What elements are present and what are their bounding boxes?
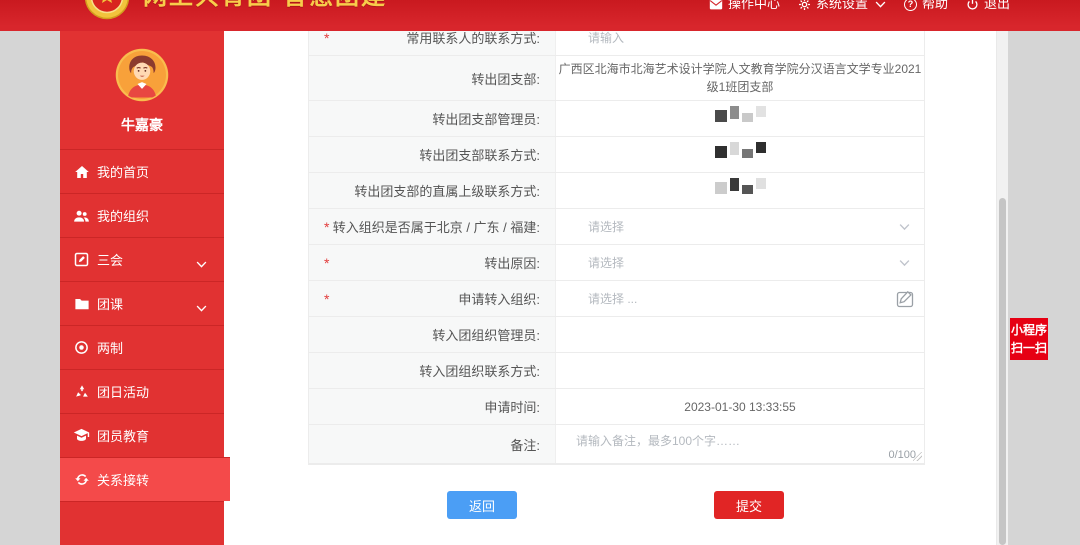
sidebar-item-league-class[interactable]: 团课 [60, 281, 224, 325]
form-row-out-branch: 转出团支部:广西区北海市北海艺术设计学院人文教育学院分汉语言文学专业2021级1… [309, 56, 924, 101]
target-organization-select[interactable]: 请选择 ... [556, 290, 924, 307]
out-branch-contact-label: 转出团支部联系方式: [309, 137, 556, 172]
pen-square-icon [73, 251, 90, 268]
form-actions: 返回 提交 [308, 491, 923, 519]
scrollbar-thumb[interactable] [999, 198, 1006, 545]
grad-cap-icon [73, 427, 90, 444]
form-row-target-region: *转入组织是否属于北京 / 广东 / 福建:请选择 [309, 209, 924, 245]
form-row-in-org-admin: 转入团组织管理员: [309, 317, 924, 353]
bullseye-icon [73, 339, 90, 356]
scrollbar-track[interactable] [996, 31, 1008, 545]
char-counter: 0/100 [888, 449, 916, 461]
sidebar-item-league-day-activity[interactable]: 团日活动 [60, 369, 224, 413]
out-branch-admin-label: 转出团支部管理员: [309, 101, 556, 136]
out-branch-admin-redacted-value [556, 106, 924, 132]
form-row-out-branch-contact: 转出团支部联系方式: [309, 137, 924, 173]
app-viewport: *常用联系人的联系方式:请输入转出团支部:广西区北海市北海艺术设计学院人文教育学… [0, 0, 1080, 545]
edit-icon[interactable] [895, 289, 915, 309]
sidebar-item-home[interactable]: 我的首页 [60, 149, 224, 193]
required-asterisk: * [324, 291, 329, 307]
frequent-contact-input[interactable]: 请输入 [556, 29, 924, 46]
folder-icon [73, 295, 90, 312]
in-org-admin-label: 转入团组织管理员: [309, 317, 556, 352]
submit-button[interactable]: 提交 [714, 491, 784, 519]
badge-line2: 扫一扫 [1011, 339, 1047, 357]
form-row-out-branch-admin: 转出团支部管理员: [309, 101, 924, 137]
envelope-icon [709, 0, 723, 10]
remark-textarea[interactable]: 请输入备注，最多100个字……0/100 [556, 425, 924, 463]
chevron-down-icon [196, 256, 207, 271]
back-button[interactable]: 返回 [447, 491, 517, 519]
transfer-reason-select[interactable]: 请选择 [556, 254, 924, 271]
gear-icon [798, 0, 811, 11]
sidebar-item-sanhui[interactable]: 三会 [60, 237, 224, 281]
sidebar-item-member-education[interactable]: 团员教育 [60, 413, 224, 457]
out-branch-label: 转出团支部: [309, 56, 556, 100]
transfer-form: *常用联系人的联系方式:请输入转出团支部:广西区北海市北海艺术设计学院人文教育学… [308, 17, 925, 465]
chevron-down-icon [899, 259, 910, 266]
out-branch-contact-redacted-value [556, 142, 924, 168]
sidebar-item-liangzhi[interactable]: 两制 [60, 325, 224, 369]
sidebar-menu: 我的首页我的组织三会团课两制团日活动团员教育关系接转 [60, 149, 224, 502]
apply-time-value: 2023-01-30 13:33:55 [556, 394, 924, 420]
mini-program-qr-badge[interactable]: 小程序 扫一扫 [1010, 318, 1048, 360]
top-header: 网上共青团·智慧团建 操作中心 系统设置 ?帮助 退出 [0, 0, 1080, 31]
nav-help[interactable]: ?帮助 [904, 0, 948, 13]
form-row-out-branch-superior-contact: 转出团支部的直属上级联系方式: [309, 173, 924, 209]
chevron-down-icon [899, 223, 910, 230]
site-title: 网上共青团·智慧团建 [143, 0, 387, 20]
required-asterisk: * [324, 255, 329, 271]
chevron-down-icon [196, 300, 207, 315]
recycle-icon [73, 383, 90, 400]
league-emblem-icon [84, 0, 130, 20]
resize-grip-icon[interactable] [913, 452, 922, 461]
sidebar-item-organization[interactable]: 我的组织 [60, 193, 224, 237]
home-icon [73, 163, 90, 180]
nav-action-center[interactable]: 操作中心 [709, 0, 780, 13]
out-branch-superior-contact-label: 转出团支部的直属上级联系方式: [309, 173, 556, 208]
form-row-target-organization: *申请转入组织:请选择 ... [309, 281, 924, 317]
transfer-reason-label: *转出原因: [309, 245, 556, 280]
main-content: *常用联系人的联系方式:请输入转出团支部:广西区北海市北海艺术设计学院人文教育学… [224, 0, 1008, 545]
badge-line1: 小程序 [1011, 321, 1047, 339]
form-row-apply-time: 申请时间:2023-01-30 13:33:55 [309, 389, 924, 425]
out-branch-superior-contact-redacted-value [556, 178, 924, 204]
form-row-transfer-reason: *转出原因:请选择 [309, 245, 924, 281]
target-region-select[interactable]: 请选择 [556, 218, 924, 235]
header-nav: 操作中心 系统设置 ?帮助 退出 [709, 0, 1010, 13]
sync-icon [73, 471, 90, 488]
remark-label: 备注: [309, 425, 556, 463]
question-icon: ? [904, 0, 917, 11]
power-icon [966, 0, 979, 11]
target-organization-label: *申请转入组织: [309, 281, 556, 316]
chevron-down-icon [875, 1, 886, 8]
target-region-label: *转入组织是否属于北京 / 广东 / 福建: [309, 209, 556, 244]
avatar [115, 48, 169, 102]
sidebar: 牛嘉豪 我的首页我的组织三会团课两制团日活动团员教育关系接转 [60, 0, 224, 545]
brand: 网上共青团·智慧团建 [84, 0, 387, 20]
nav-logout[interactable]: 退出 [966, 0, 1010, 13]
required-asterisk: * [324, 219, 329, 235]
users-icon [73, 207, 90, 224]
user-name: 牛嘉豪 [60, 115, 224, 135]
form-row-remark: 备注:请输入备注，最多100个字……0/100 [309, 425, 924, 464]
sidebar-item-relation-transfer[interactable]: 关系接转 [60, 457, 230, 501]
nav-system-settings[interactable]: 系统设置 [798, 0, 886, 13]
apply-time-label: 申请时间: [309, 389, 556, 424]
form-row-in-org-contact: 转入团组织联系方式: [309, 353, 924, 389]
required-asterisk: * [324, 30, 329, 46]
in-org-contact-label: 转入团组织联系方式: [309, 353, 556, 388]
out-branch-value: 广西区北海市北海艺术设计学院人文教育学院分汉语言文学专业2021级1班团支部 [556, 56, 924, 100]
